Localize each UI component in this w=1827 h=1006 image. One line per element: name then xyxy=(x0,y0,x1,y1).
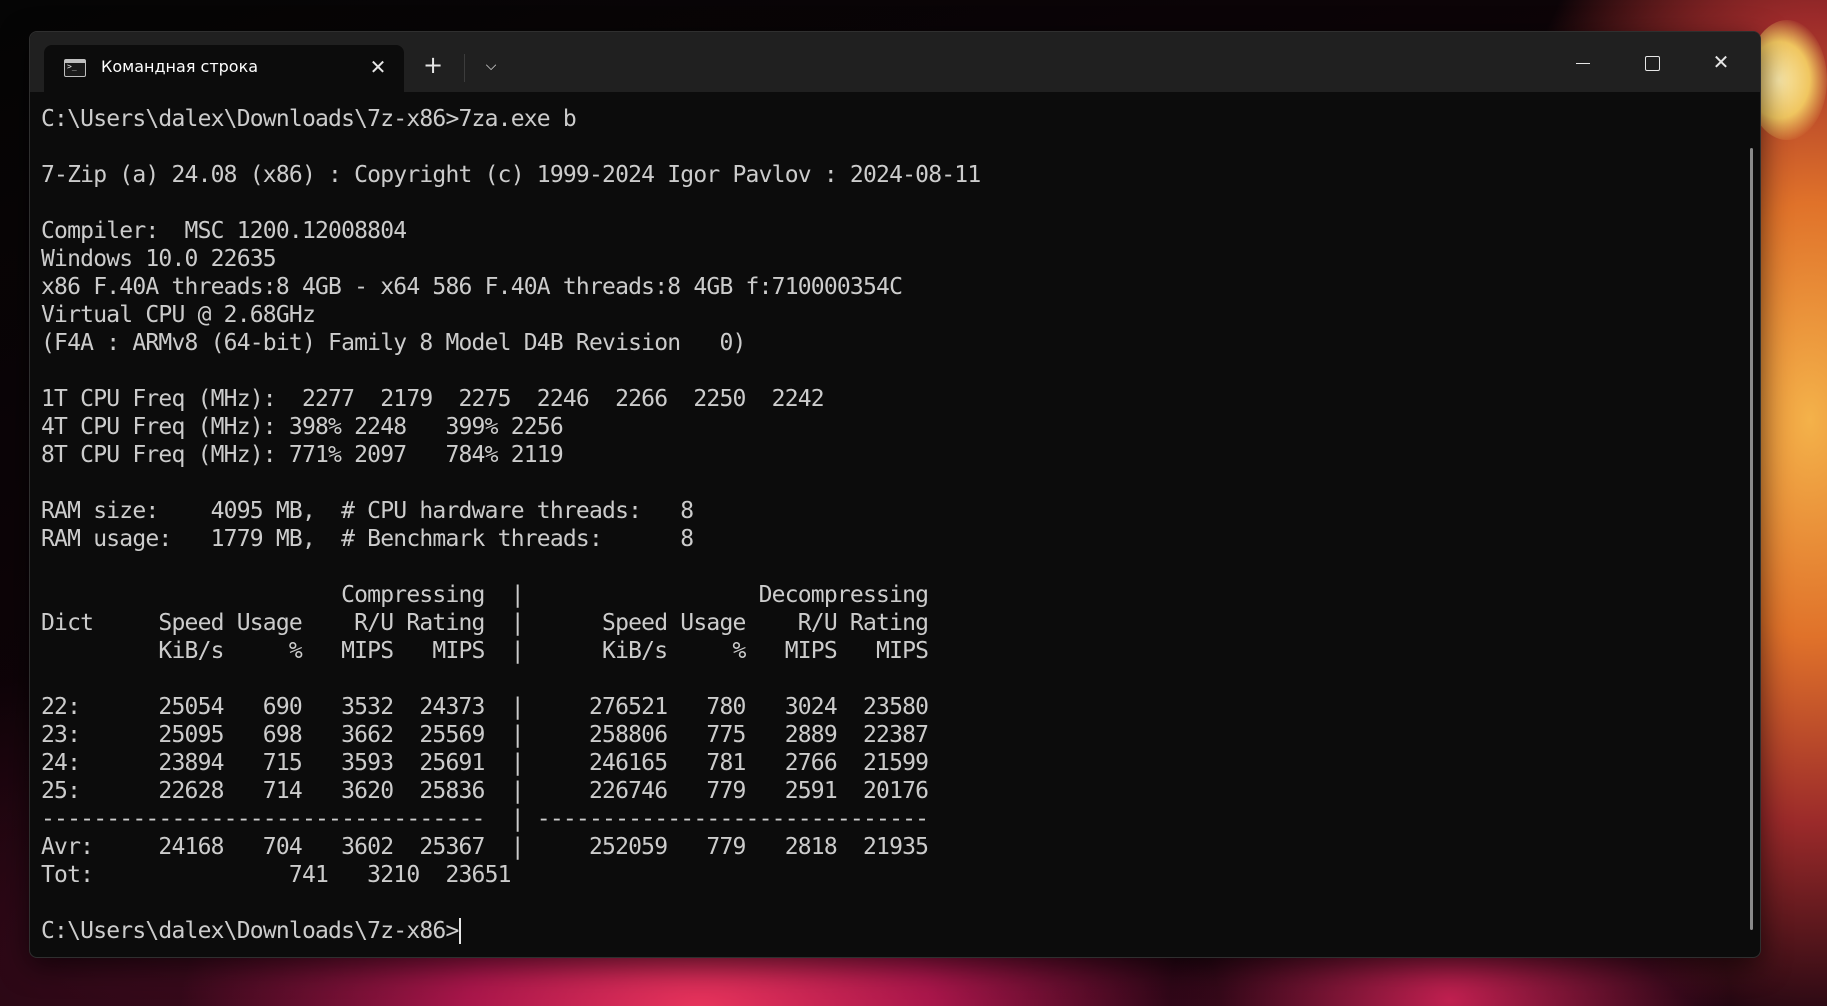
terminal-line: 8T CPU Freq (MHz): 771% 2097 784% 2119 xyxy=(41,442,564,468)
tab-title: Командная строка xyxy=(101,57,259,76)
terminal-icon xyxy=(64,59,86,77)
close-window-button[interactable]: ✕ xyxy=(1687,32,1755,92)
terminal-line: 4T CPU Freq (MHz): 398% 2248 399% 2256 xyxy=(41,414,564,440)
new-tab-plus-icon[interactable]: + xyxy=(416,50,450,80)
terminal-line: x86 F.40A threads:8 4GB - x64 586 F.40A … xyxy=(41,274,903,300)
terminal-line: Windows 10.0 22635 xyxy=(41,246,277,272)
terminal-line: (F4A : ARMv8 (64-bit) Family 8 Model D4B… xyxy=(41,330,746,356)
terminal-line: RAM usage: 1779 MB, # Benchmark threads:… xyxy=(41,526,694,552)
tab-command-prompt[interactable]: Командная строка ✕ xyxy=(44,45,404,92)
terminal-line: 23: 25095 698 3662 25569 | 258806 775 28… xyxy=(41,722,929,748)
maximize-icon xyxy=(1644,56,1660,71)
terminal-line: Compiler: MSC 1200.12008804 xyxy=(41,218,407,244)
title-bar[interactable]: Командная строка ✕ + ⌵ ✕ xyxy=(30,32,1760,92)
terminal-line: ---------------------------------- | ---… xyxy=(41,806,929,832)
tab-divider xyxy=(464,54,465,82)
terminal-line: Tot: 741 3210 23651 xyxy=(41,862,512,888)
terminal-line: 22: 25054 690 3532 24373 | 276521 780 30… xyxy=(41,694,929,720)
terminal-prompt: C:\Users\dalex\Downloads\7z-x86> xyxy=(41,918,459,944)
terminal-line: 1T CPU Freq (MHz): 2277 2179 2275 2246 2… xyxy=(41,386,825,412)
maximize-button[interactable] xyxy=(1618,32,1686,92)
vertical-scrollbar[interactable] xyxy=(1750,148,1753,930)
minimize-button[interactable] xyxy=(1549,32,1617,92)
text-cursor xyxy=(458,918,461,944)
terminal-line: 25: 22628 714 3620 25836 | 226746 779 25… xyxy=(41,778,929,804)
terminal-line: 24: 23894 715 3593 25691 | 246165 781 27… xyxy=(41,750,929,776)
terminal-line: RAM size: 4095 MB, # CPU hardware thread… xyxy=(41,498,694,524)
terminal-line: C:\Users\dalex\Downloads\7z-x86>7za.exe … xyxy=(41,106,577,132)
terminal-output[interactable]: C:\Users\dalex\Downloads\7z-x86>7za.exe … xyxy=(41,92,1731,952)
terminal-line: 7-Zip (a) 24.08 (x86) : Copyright (c) 19… xyxy=(41,162,981,188)
chevron-down-icon[interactable]: ⌵ xyxy=(476,50,506,80)
terminal-line: Virtual CPU @ 2.68GHz xyxy=(41,302,316,328)
terminal-window[interactable]: Командная строка ✕ + ⌵ ✕ C:\Users\dalex\… xyxy=(29,31,1761,958)
terminal-lines: C:\Users\dalex\Downloads\7z-x86>7za.exe … xyxy=(41,106,981,888)
minimize-icon xyxy=(1576,63,1590,64)
terminal-line: Compressing | Decompressing xyxy=(341,582,929,608)
close-icon: ✕ xyxy=(1712,50,1730,74)
terminal-line: Dict Speed Usage R/U Rating | Speed Usag… xyxy=(41,610,929,636)
close-tab-icon[interactable]: ✕ xyxy=(364,53,392,81)
terminal-line: Avr: 24168 704 3602 25367 | 252059 779 2… xyxy=(41,834,929,860)
terminal-text: C:\Users\dalex\Downloads\7z-x86>7za.exe … xyxy=(41,92,1731,945)
terminal-line: KiB/s % MIPS MIPS | KiB/s % MIPS MIPS xyxy=(158,638,929,664)
